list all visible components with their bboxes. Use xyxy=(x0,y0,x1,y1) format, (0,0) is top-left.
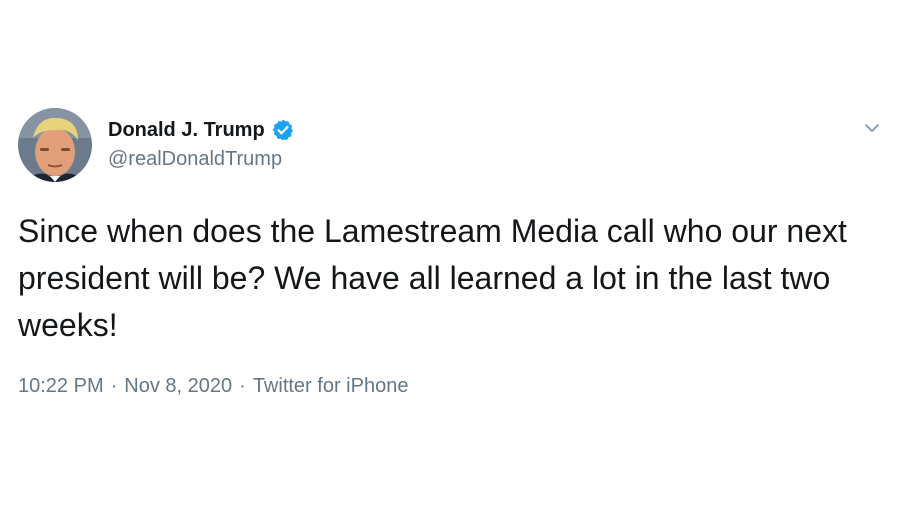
tweet-card: Donald J. Trump @realDonaldTrump Since w… xyxy=(0,0,900,520)
tweet-header: Donald J. Trump @realDonaldTrump xyxy=(18,108,295,182)
user-handle[interactable]: @realDonaldTrump xyxy=(108,145,295,173)
display-name[interactable]: Donald J. Trump xyxy=(108,117,265,143)
avatar[interactable] xyxy=(18,108,92,182)
tweet-source[interactable]: Twitter for iPhone xyxy=(253,372,409,400)
chevron-down-icon[interactable] xyxy=(862,118,882,138)
user-names: Donald J. Trump @realDonaldTrump xyxy=(108,117,295,173)
meta-separator: · xyxy=(239,375,246,397)
verified-badge-icon xyxy=(271,118,295,142)
avatar-image xyxy=(18,108,92,182)
tweet-meta: 10:22 PM · Nov 8, 2020 · Twitter for iPh… xyxy=(18,372,408,400)
tweet-date[interactable]: Nov 8, 2020 xyxy=(124,372,232,400)
tweet-text: Since when does the Lamestream Media cal… xyxy=(18,213,847,343)
tweet-time[interactable]: 10:22 PM xyxy=(18,372,104,400)
meta-separator: · xyxy=(110,375,118,397)
name-row: Donald J. Trump xyxy=(108,117,295,143)
